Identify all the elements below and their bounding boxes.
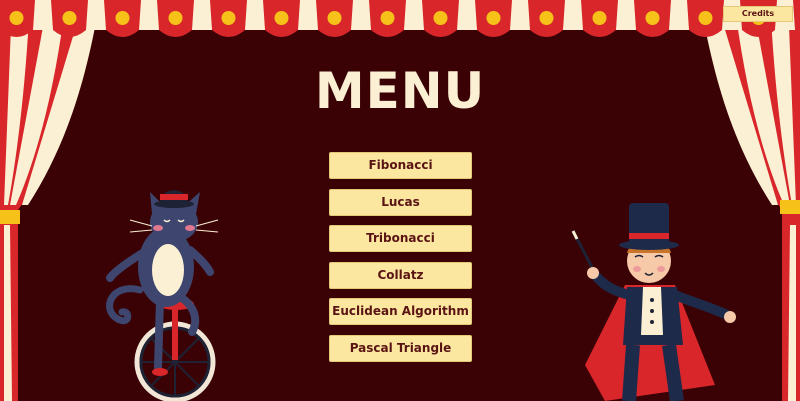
valance-dot [433, 11, 448, 25]
valance-dot [592, 11, 607, 25]
valance-dot [62, 11, 77, 25]
menu-button-collatz[interactable]: Collatz [329, 261, 472, 289]
valance-dot [168, 11, 183, 25]
cat-unicycle-illustration [106, 190, 219, 401]
menu-button-fibonacci[interactable]: Fibonacci [329, 152, 472, 179]
top-valance [0, 0, 800, 37]
menu-button-tribonacci[interactable]: Tribonacci [329, 225, 472, 253]
valance-dot [698, 11, 713, 25]
valance-dot [486, 11, 501, 25]
menu-button-euclidean-algorithm[interactable]: Euclidean Algorithm [329, 298, 472, 326]
menu-button-lucas[interactable]: Lucas [329, 188, 472, 216]
valance-dot [380, 11, 395, 25]
valance-dot [9, 11, 24, 25]
credits-button[interactable]: Credits [723, 6, 793, 22]
stage: MENU Fibonacci Lucas Tribonacci Collatz … [0, 0, 800, 401]
valance-dot [221, 11, 236, 25]
page-title: MENU [314, 62, 486, 120]
valance-dot [539, 11, 554, 25]
menu-list: Fibonacci Lucas Tribonacci Collatz Eucli… [329, 152, 472, 372]
valance-dot [274, 11, 289, 25]
left-curtain [0, 0, 100, 401]
valance-dot [115, 11, 130, 25]
menu-button-pascal-triangle[interactable]: Pascal Triangle [329, 334, 472, 362]
magician-illustration [571, 203, 736, 401]
valance-dot [327, 11, 342, 25]
valance-dot [645, 11, 660, 25]
